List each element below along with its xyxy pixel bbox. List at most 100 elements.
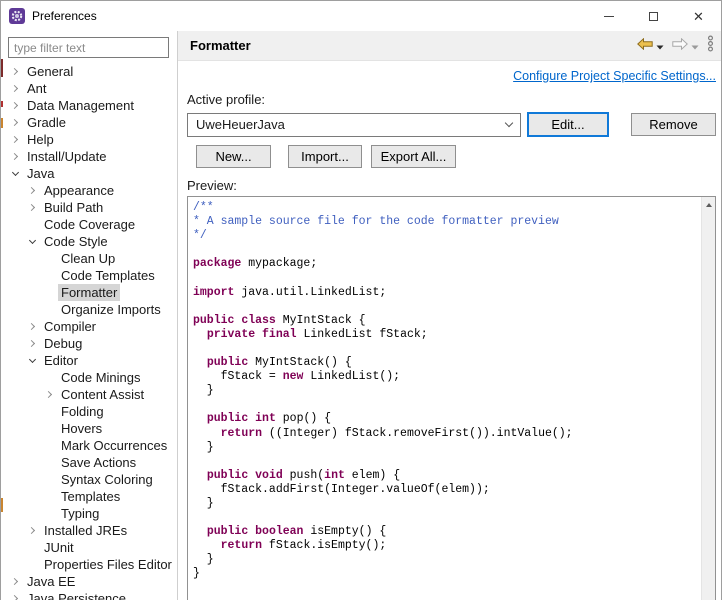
tree-item-code-templates[interactable]: Code Templates: [1, 267, 177, 284]
code-line: [193, 455, 695, 469]
filter-input[interactable]: [8, 37, 169, 58]
tree-item-label: Hovers: [58, 420, 105, 437]
export-all-button[interactable]: Export All...: [371, 145, 456, 168]
chevron-collapsed-icon[interactable]: [7, 131, 24, 148]
back-arrow-icon[interactable]: [637, 37, 653, 55]
chevron-collapsed-icon[interactable]: [24, 522, 41, 539]
chevron-collapsed-icon[interactable]: [7, 573, 24, 590]
tree-item-syntax-coloring[interactable]: Syntax Coloring: [1, 471, 177, 488]
active-profile-select[interactable]: UweHeuerJava: [187, 113, 521, 137]
maximize-icon: [649, 12, 658, 21]
tree-item-installed-jres[interactable]: Installed JREs: [1, 522, 177, 539]
tree-item-install-update[interactable]: Install/Update: [1, 148, 177, 165]
tree-item-label: Java Persistence: [24, 590, 129, 600]
tree-item-organize-imports[interactable]: Organize Imports: [1, 301, 177, 318]
tree-item-label: General: [24, 63, 76, 80]
chevron-collapsed-icon[interactable]: [7, 148, 24, 165]
chevron-collapsed-icon[interactable]: [24, 335, 41, 352]
tree-item-label: Clean Up: [58, 250, 118, 267]
remove-button[interactable]: Remove: [631, 113, 716, 136]
chevron-collapsed-icon[interactable]: [41, 386, 58, 403]
tree-item-gradle[interactable]: Gradle: [1, 114, 177, 131]
chevron-collapsed-icon[interactable]: [24, 182, 41, 199]
new-button[interactable]: New...: [196, 145, 271, 168]
tree-item-build-path[interactable]: Build Path: [1, 199, 177, 216]
tree-item-label: Debug: [41, 335, 85, 352]
tree-item-appearance[interactable]: Appearance: [1, 182, 177, 199]
preview-scrollbar[interactable]: [701, 197, 715, 600]
chevron-collapsed-icon[interactable]: [7, 590, 24, 600]
background-artifact: [1, 118, 3, 128]
tree-item-data-management[interactable]: Data Management: [1, 97, 177, 114]
active-profile-value: UweHeuerJava: [196, 117, 285, 132]
chevron-expanded-icon[interactable]: [24, 233, 41, 250]
close-icon: ✕: [693, 10, 704, 23]
chevron-spacer: [41, 420, 58, 437]
chevron-spacer: [41, 267, 58, 284]
close-button[interactable]: ✕: [676, 1, 721, 31]
chevron-spacer: [41, 471, 58, 488]
tree-item-compiler[interactable]: Compiler: [1, 318, 177, 335]
chevron-expanded-icon[interactable]: [24, 352, 41, 369]
view-menu-dots-icon[interactable]: [707, 35, 714, 57]
code-line: }: [193, 497, 695, 511]
tree-item-label: Code Minings: [58, 369, 144, 386]
configure-project-settings-link[interactable]: Configure Project Specific Settings...: [513, 69, 716, 83]
tree-item-label: Templates: [58, 488, 123, 505]
chevron-expanded-icon[interactable]: [7, 165, 24, 182]
tree-item-editor[interactable]: Editor: [1, 352, 177, 369]
tree-item-code-style[interactable]: Code Style: [1, 233, 177, 250]
preview-code: /*** A sample source file for the code f…: [188, 197, 715, 586]
tree-item-properties-files-editor[interactable]: Properties Files Editor: [1, 556, 177, 573]
tree-item-label: Typing: [58, 505, 102, 522]
tree-item-label: Installed JREs: [41, 522, 130, 539]
tree-item-java[interactable]: Java: [1, 165, 177, 182]
forward-history-chevron-icon[interactable]: [691, 37, 699, 55]
tree-item-debug[interactable]: Debug: [1, 335, 177, 352]
chevron-spacer: [41, 505, 58, 522]
tree-item-code-coverage[interactable]: Code Coverage: [1, 216, 177, 233]
tree-item-hovers[interactable]: Hovers: [1, 420, 177, 437]
chevron-collapsed-icon[interactable]: [24, 318, 41, 335]
tree-item-label: Help: [24, 131, 57, 148]
chevron-collapsed-icon[interactable]: [7, 97, 24, 114]
chevron-collapsed-icon[interactable]: [7, 63, 24, 80]
chevron-collapsed-icon[interactable]: [7, 80, 24, 97]
chevron-collapsed-icon[interactable]: [7, 114, 24, 131]
code-line: [193, 511, 695, 525]
maximize-button[interactable]: [631, 1, 676, 31]
chevron-spacer: [41, 488, 58, 505]
chevron-collapsed-icon[interactable]: [24, 199, 41, 216]
tree-item-label: Code Style: [41, 233, 111, 250]
tree-item-save-actions[interactable]: Save Actions: [1, 454, 177, 471]
eclipse-preferences-icon: [9, 8, 25, 24]
tree-item-content-assist[interactable]: Content Assist: [1, 386, 177, 403]
back-history-chevron-icon[interactable]: [656, 37, 664, 55]
tree-item-help[interactable]: Help: [1, 131, 177, 148]
tree-item-clean-up[interactable]: Clean Up: [1, 250, 177, 267]
history-toolbar: [637, 35, 714, 57]
code-line: /**: [193, 201, 695, 215]
tree-item-mark-occurrences[interactable]: Mark Occurrences: [1, 437, 177, 454]
tree-item-general[interactable]: General: [1, 63, 177, 80]
tree-item-label: Editor: [41, 352, 81, 369]
import-button[interactable]: Import...: [288, 145, 362, 168]
tree-item-java-persistence[interactable]: Java Persistence: [1, 590, 177, 600]
chevron-down-icon: [505, 119, 513, 127]
tree-item-typing[interactable]: Typing: [1, 505, 177, 522]
minimize-button[interactable]: [586, 1, 631, 31]
chevron-spacer: [41, 403, 58, 420]
tree-item-formatter[interactable]: Formatter: [1, 284, 177, 301]
tree-item-ant[interactable]: Ant: [1, 80, 177, 97]
scroll-up-button[interactable]: [702, 197, 715, 212]
preview-pane[interactable]: /*** A sample source file for the code f…: [187, 196, 716, 600]
tree-item-junit[interactable]: JUnit: [1, 539, 177, 556]
tree-item-templates[interactable]: Templates: [1, 488, 177, 505]
code-line: */: [193, 229, 695, 243]
tree-item-java-ee[interactable]: Java EE: [1, 573, 177, 590]
tree-item-label: Content Assist: [58, 386, 147, 403]
tree-item-folding[interactable]: Folding: [1, 403, 177, 420]
edit-button[interactable]: Edit...: [527, 112, 609, 137]
forward-arrow-icon[interactable]: [672, 37, 688, 55]
tree-item-code-minings[interactable]: Code Minings: [1, 369, 177, 386]
